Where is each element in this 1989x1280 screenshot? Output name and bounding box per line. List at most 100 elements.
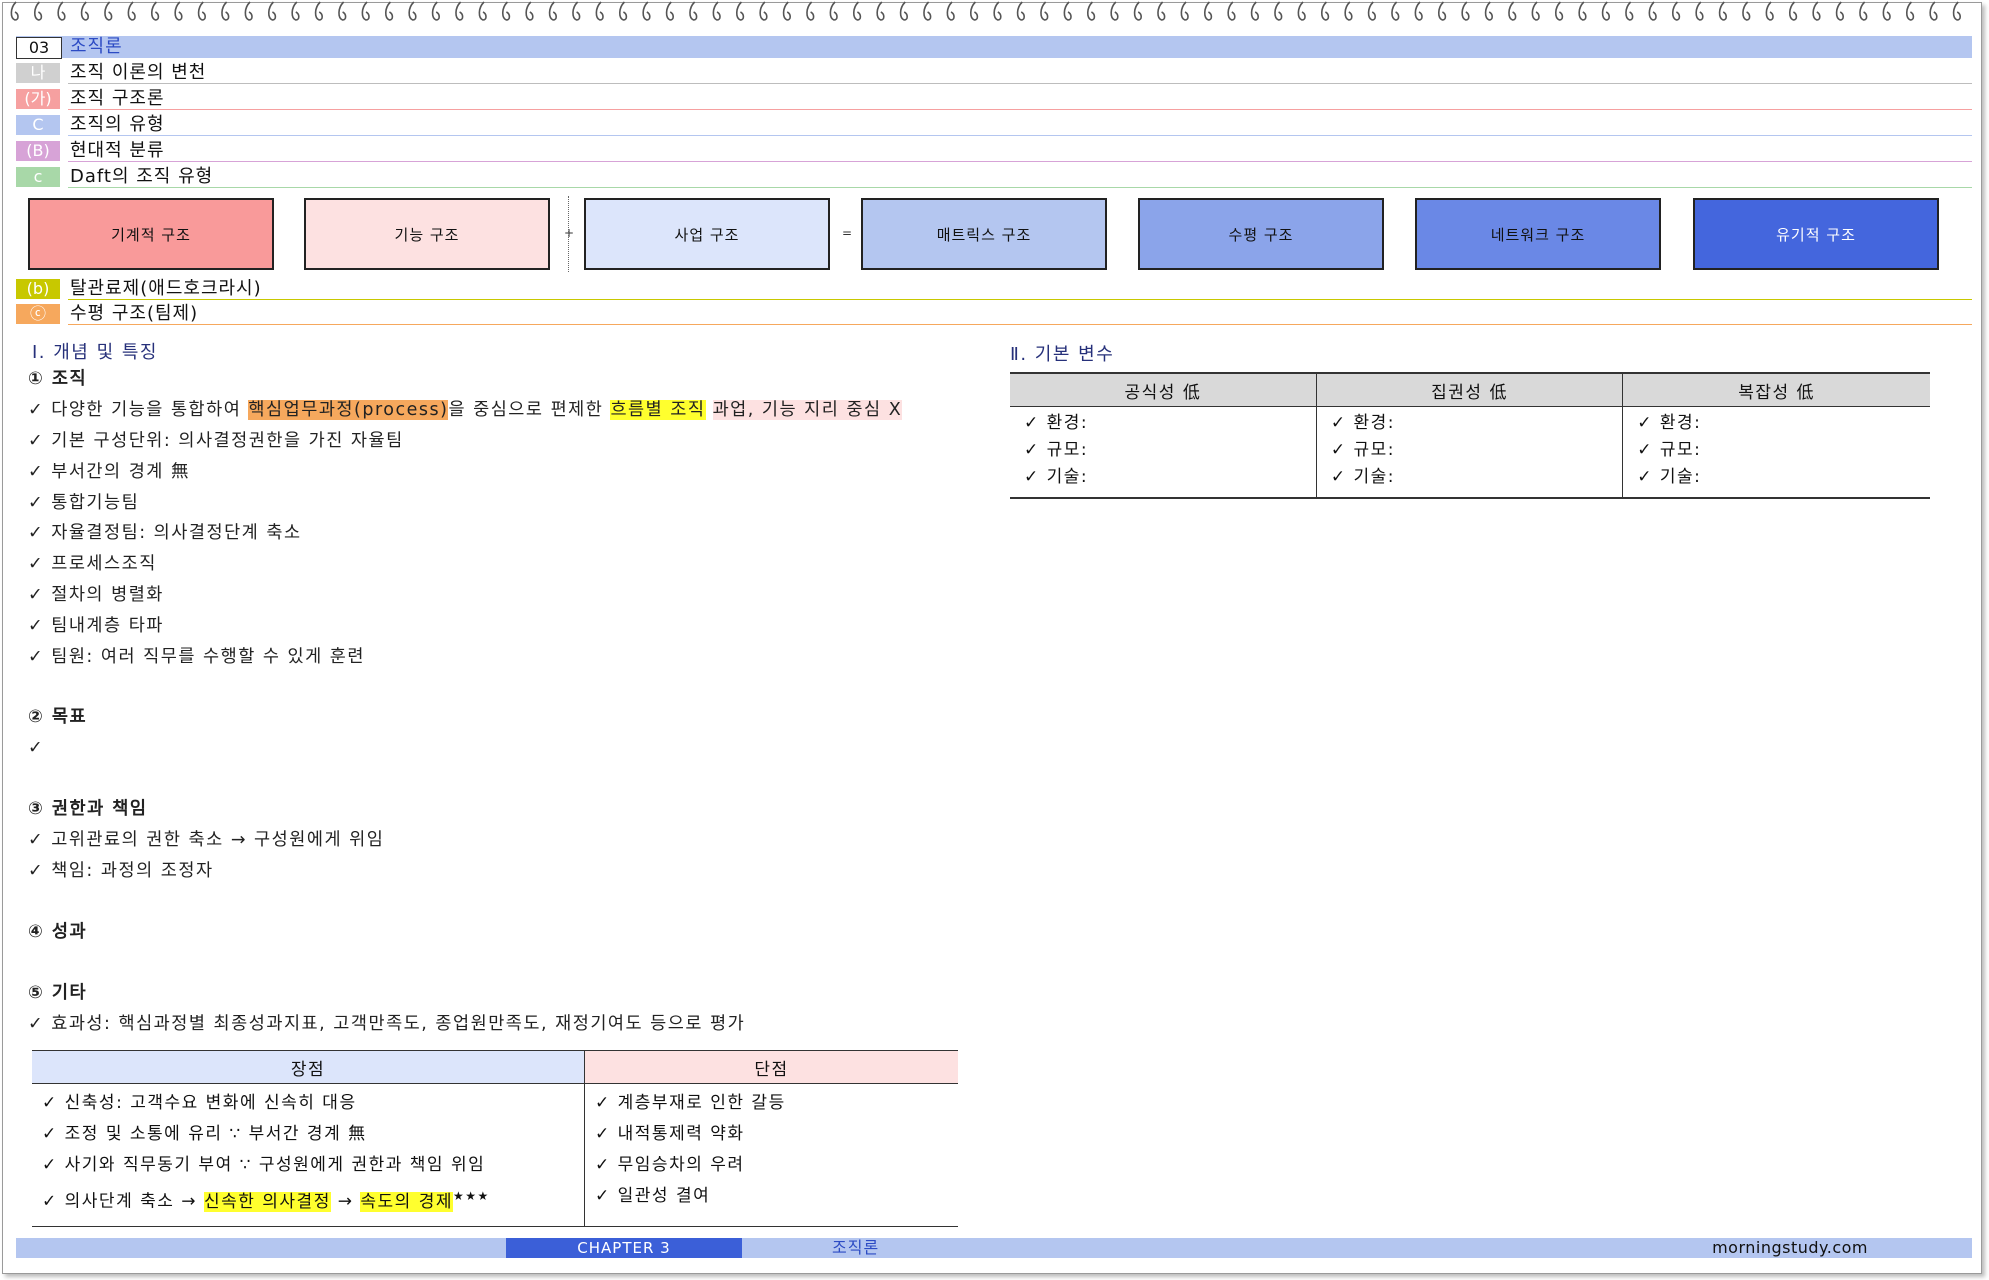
spiral-ring [361, 1, 370, 21]
header-row-title: 조직 구조론 [70, 88, 165, 109]
header-row-rule [68, 83, 1972, 84]
authority-heading: ③ 권한과 책임 [28, 799, 148, 819]
header-row: (B) 현대적 분류 [16, 140, 1972, 162]
spiral-ring [1625, 1, 1634, 21]
var-item: ✓ 환경: [1637, 413, 1702, 433]
spiral-ring [1882, 1, 1891, 21]
chapter-label: CHAPTER 3 [506, 1238, 742, 1258]
spiral-ring [1437, 1, 1447, 21]
spiral-ring [689, 1, 698, 21]
header-row: 나 조직 이론의 변천 [16, 62, 1972, 84]
spiral-ring [1812, 1, 1821, 21]
spiral-ring [1461, 1, 1470, 21]
sub-header-title: 수평 구조(팀제) [70, 303, 199, 324]
spiral-ring [1508, 1, 1517, 21]
org-item: ✓ 절차의 병렬화 [28, 585, 164, 605]
spiral-ring [876, 1, 885, 21]
header-row-rule [68, 161, 1972, 162]
header-row-title: 조직론 [70, 36, 123, 57]
header-row: c Daft의 조직 유형 [16, 166, 1972, 188]
var-item: ✓ 기술: [1330, 467, 1396, 487]
org-item: ✓ 부서간의 경계 無 [28, 461, 190, 482]
spiral-ring [1554, 1, 1564, 21]
org-item: ✓ 팀내계층 타파 [28, 615, 164, 636]
pro-item-last: ✓ 의사단계 축소 → 신속한 의사결정 → 속도의 경제★★★ [42, 1181, 574, 1218]
spiral-ring [267, 1, 277, 21]
star-marks: ★★★ [453, 1189, 490, 1203]
formality-cell: ✓ 환경: ✓ 규모: ✓ 기술: [1010, 406, 1317, 499]
header-row-tag: C [16, 115, 60, 135]
spiral-ring [1391, 1, 1400, 21]
header-row: 03 조직론 [16, 36, 1972, 59]
header-row-tag: 나 [16, 63, 60, 83]
spiral-ring [1040, 1, 1049, 21]
org-heading: ① 조직 [28, 369, 88, 389]
spiral-ring [1250, 1, 1259, 21]
goal-item: ✓ [28, 738, 45, 758]
highlight-flow-org: 흐름별 조직 [610, 400, 706, 420]
centralization-header: 집권성 低 [1315, 372, 1623, 407]
pros-cons-table: 장점 단점 ✓ 신축성: 고객수요 변화에 신속히 대응 ✓ 조정 및 소통에 … [32, 1050, 958, 1227]
org-item: ✓ 프로세스조직 [28, 554, 157, 575]
pro-item: ✓ 신축성: 고객수요 변화에 신속히 대응 [42, 1093, 357, 1113]
spiral-ring [1274, 1, 1283, 21]
spiral-ring [1648, 1, 1657, 21]
org-type-box: 네트워크 구조 [1415, 198, 1661, 270]
header-row-tag: (가) [16, 89, 60, 109]
spiral-ring [291, 1, 300, 21]
centralization-cell: ✓ 환경: ✓ 규모: ✓ 기술: [1315, 406, 1623, 499]
header-row-title: Daft의 조직 유형 [70, 166, 214, 187]
spiral-ring [1788, 1, 1798, 21]
spiral-ring [548, 1, 557, 21]
var-item: ✓ 환경: [1330, 413, 1396, 433]
spiral-ring [408, 1, 417, 21]
spiral-ring [57, 1, 66, 21]
sub-header-row: ⓒ 수평 구조(팀제) [16, 303, 1972, 325]
spiral-ring [572, 1, 581, 21]
spiral-ring [501, 1, 511, 21]
spiral-ring [1344, 1, 1353, 21]
spiral-ring [1016, 1, 1025, 21]
spiral-ring [618, 1, 628, 21]
header-row-tag: (B) [16, 141, 60, 161]
spiral-ring [174, 1, 183, 21]
spiral-ring [735, 1, 745, 21]
formality-header: 공식성 低 [1010, 372, 1317, 407]
spiral-ring [1320, 1, 1330, 21]
complexity-header: 복잡성 低 [1622, 372, 1930, 407]
pros-cell: ✓ 신축성: 고객수요 변화에 신속히 대응 ✓ 조정 및 소통에 유리 ∵ 부… [32, 1083, 585, 1227]
highlight-fast-decision: 신속한 의사결정 [203, 1191, 331, 1212]
spiral-ring [595, 1, 604, 21]
header-row: C 조직의 유형 [16, 114, 1972, 136]
header-row-tag: 03 [16, 37, 62, 59]
var-item: ✓ 규모: [1330, 440, 1396, 460]
pros-header: 장점 [32, 1050, 585, 1084]
spiral-ring [127, 1, 136, 21]
spiral-ring [1859, 1, 1868, 21]
spiral-ring [197, 1, 206, 21]
spiral-ring [384, 1, 394, 21]
etc-item: ✓ 효과성: 핵심과정별 최종성과지표, 고객만족도, 종업원만족도, 재정기여… [28, 1014, 746, 1034]
org-item: ✓ 통합기능팀 [28, 492, 140, 513]
highlight-speed-economy: 속도의 경제 [360, 1191, 454, 1212]
pro-item: ✓ 사기와 직무동기 부여 ∵ 구성원에게 권한과 책임 위임 [42, 1155, 486, 1175]
spiral-ring [1929, 1, 1938, 21]
spiral-ring [1484, 1, 1493, 21]
spiral-ring [1742, 1, 1751, 21]
var-item: ✓ 규모: [1024, 440, 1089, 460]
spiral-ring [455, 1, 464, 21]
spiral-ring [1180, 1, 1189, 21]
spiral-ring [80, 1, 89, 21]
highlight-not-function: 과업, 기능 지리 중심 X [712, 400, 903, 420]
etc-heading: ⑤ 기타 [28, 983, 88, 1003]
spiral-ring [712, 1, 721, 21]
org-item-first-b: 을 중심으로 편제한 [448, 400, 611, 420]
equals-sign: = [842, 226, 853, 240]
spiral-ring [1297, 1, 1306, 21]
spiral-ring [1227, 1, 1236, 21]
spiral-ring [923, 1, 932, 21]
spiral-ring [1157, 1, 1166, 21]
con-item: ✓ 계층부재로 인한 갈등 [595, 1093, 786, 1113]
sub-header-row: (b) 탈관료제(애드호크라시) [16, 278, 1972, 300]
var-item: ✓ 기술: [1024, 467, 1089, 487]
